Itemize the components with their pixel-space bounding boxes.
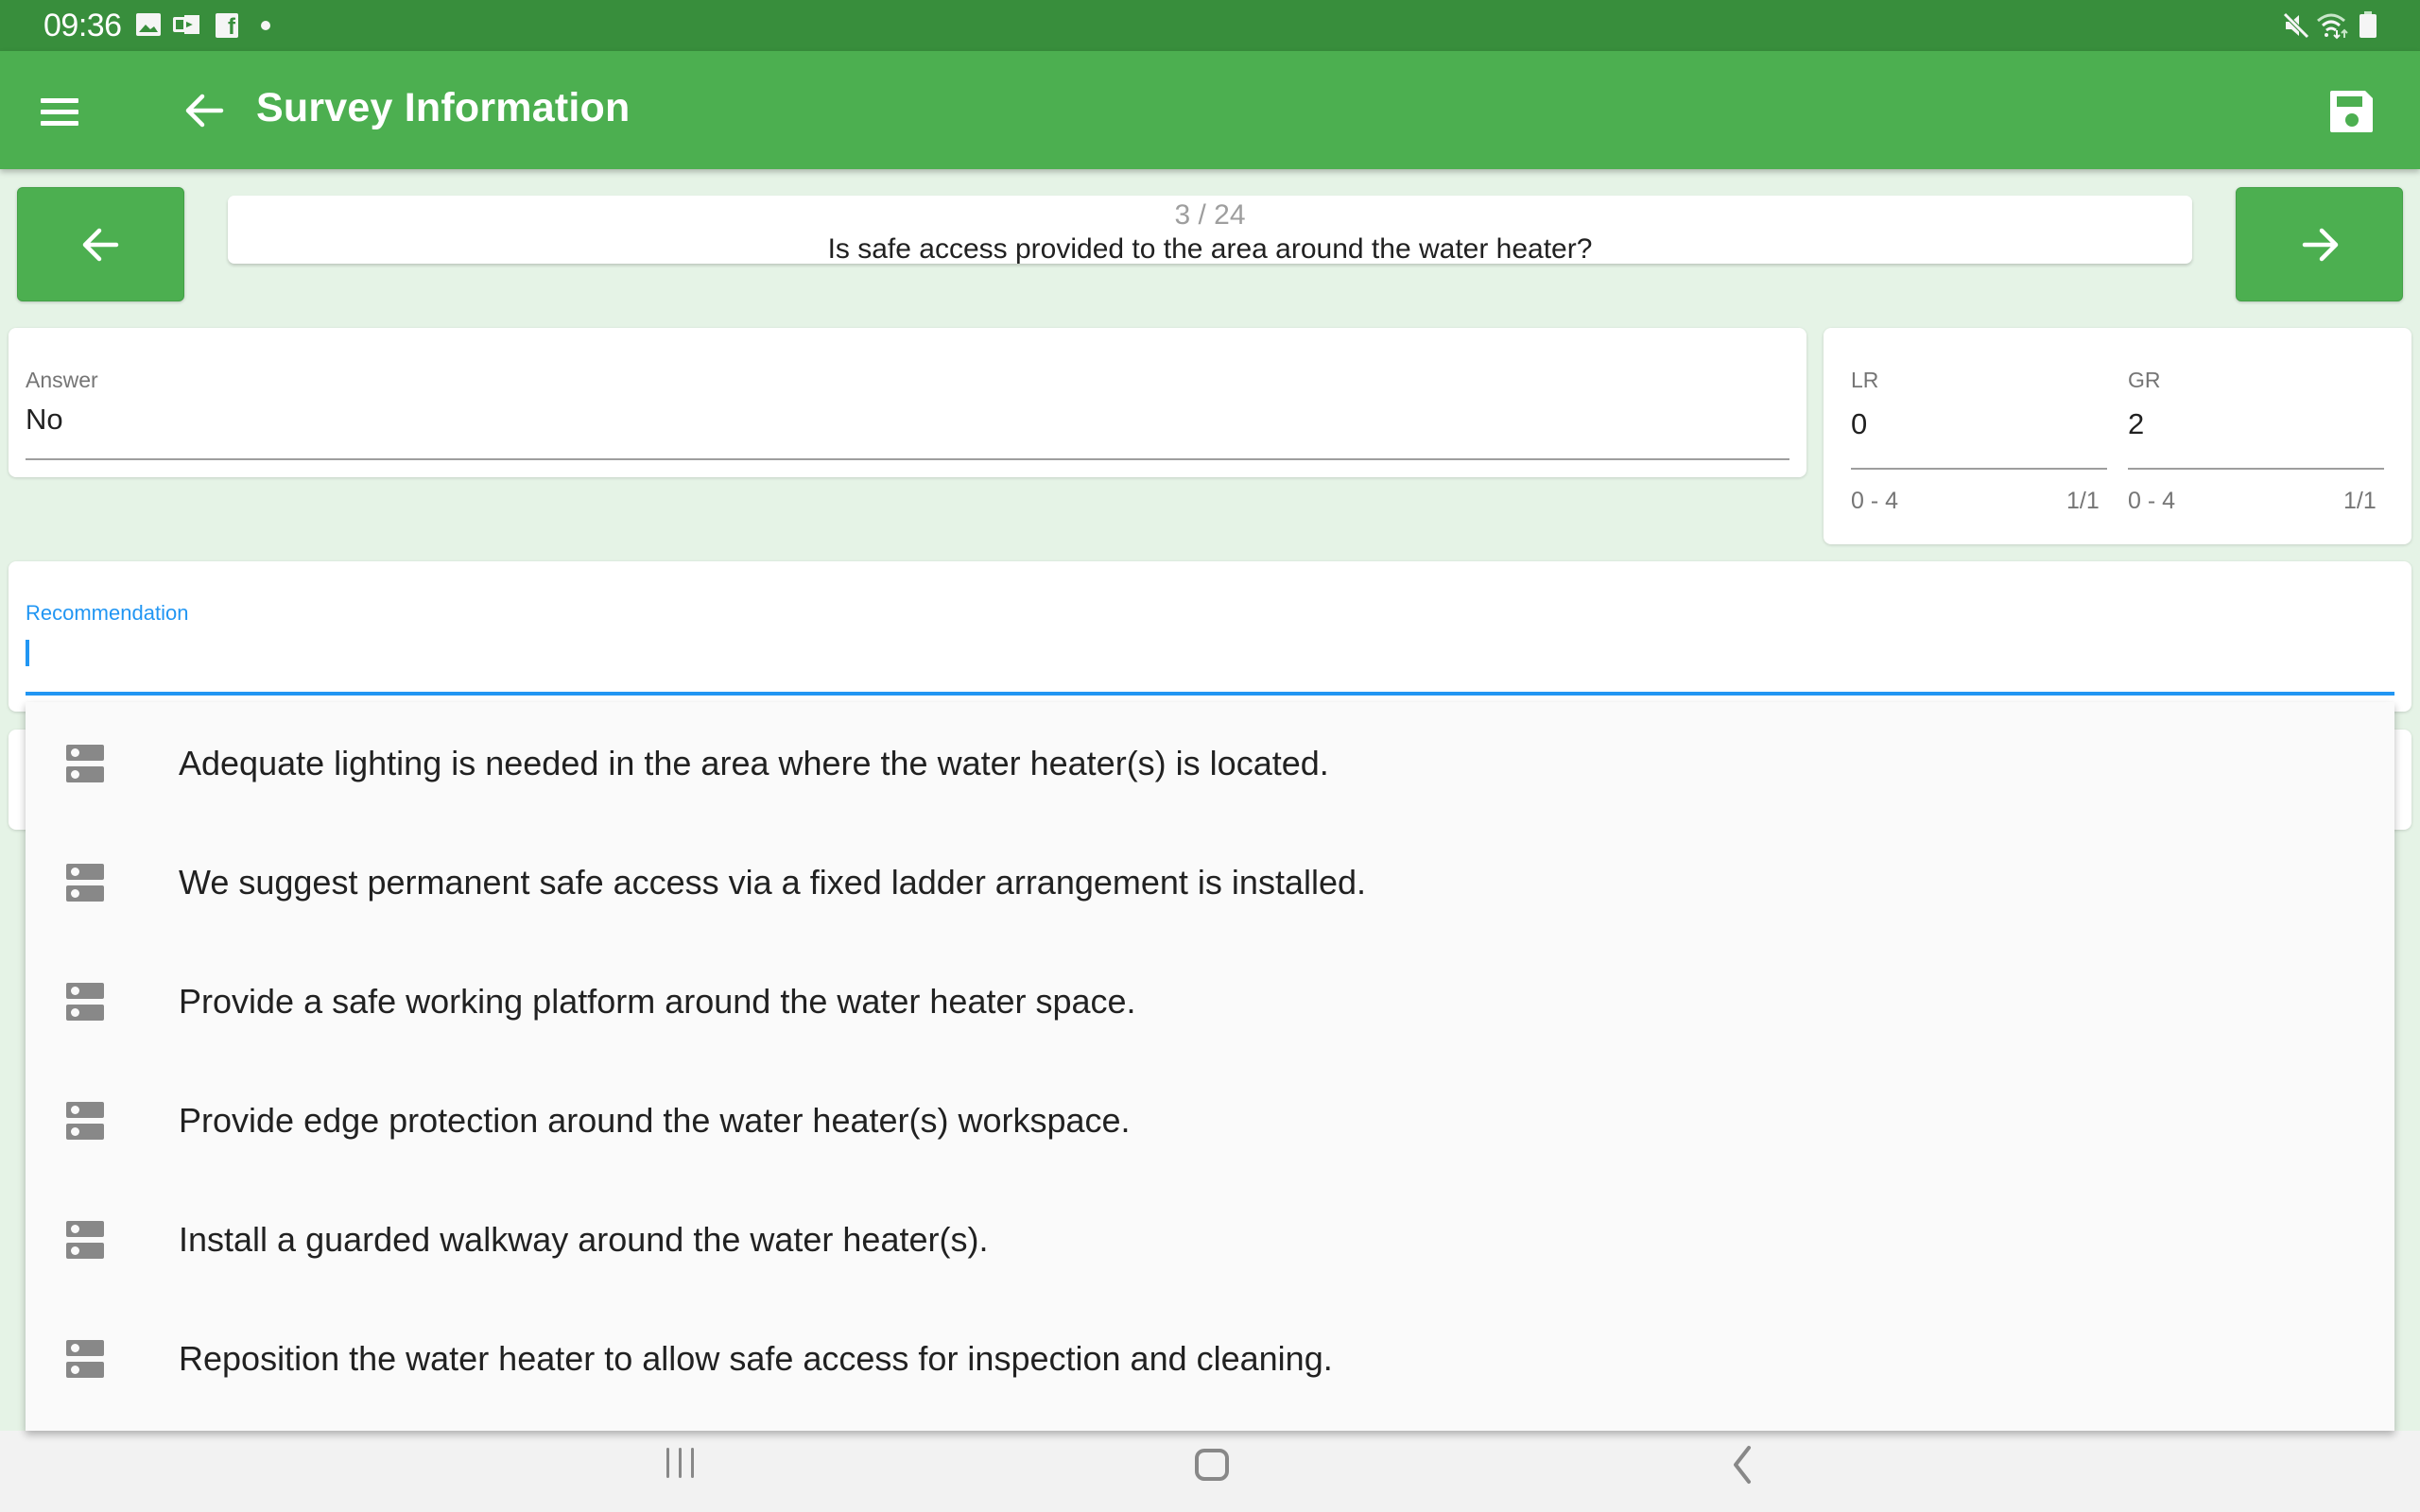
suggestion-text: Reposition the water heater to allow saf…: [179, 1339, 1333, 1378]
lr-range: 0 - 4: [1851, 488, 1899, 514]
storage-list-icon: [66, 864, 104, 902]
arrow-left-icon: [82, 228, 118, 261]
lr-count: 1/1: [2066, 488, 2100, 514]
battery-icon: [2360, 11, 2377, 38]
save-icon[interactable]: [2324, 85, 2380, 138]
suggestion-item[interactable]: Install a guarded walkway around the wat…: [26, 1180, 2394, 1299]
toolbar-back-arrow-icon[interactable]: [180, 91, 227, 130]
answer-label: Answer: [26, 368, 98, 392]
question-text: Is safe access provided to the area arou…: [827, 233, 1593, 265]
status-bar: 09:36 f: [0, 0, 2420, 51]
suggestion-text: Provide a safe working platform around t…: [179, 982, 1136, 1021]
recommendation-input[interactable]: [26, 635, 2394, 682]
suggestion-item[interactable]: Provide edge protection around the water…: [26, 1061, 2394, 1180]
suggestion-item[interactable]: We suggest permanent safe access via a f…: [26, 823, 2394, 942]
gr-value[interactable]: 2: [2128, 407, 2144, 441]
lr-value[interactable]: 0: [1851, 407, 1867, 441]
wifi-icon: [2317, 13, 2348, 40]
question-counter: 3 / 24: [1174, 199, 1246, 231]
gr-count: 1/1: [2343, 488, 2377, 514]
storage-list-icon: [66, 983, 104, 1021]
app-toolbar: Survey Information: [0, 51, 2420, 169]
answer-value[interactable]: No: [26, 403, 63, 437]
next-question-button[interactable]: [2236, 187, 2403, 301]
suggestion-item[interactable]: Reposition the water heater to allow saf…: [26, 1299, 2394, 1418]
hamburger-menu-icon[interactable]: [36, 89, 83, 132]
answer-underline: [26, 458, 1789, 460]
storage-list-icon: [66, 745, 104, 782]
suggestion-text: Provide edge protection around the water…: [179, 1101, 1131, 1140]
gr-range: 0 - 4: [2128, 488, 2176, 514]
system-navigation-bar: [0, 1431, 2420, 1512]
storage-list-icon: [66, 1340, 104, 1378]
text-cursor: [26, 640, 29, 666]
suggestion-text: Adequate lighting is needed in the area …: [179, 744, 1329, 782]
suggestion-text: Install a guarded walkway around the wat…: [179, 1220, 989, 1259]
gr-underline: [2128, 468, 2384, 470]
suggestion-text: We suggest permanent safe access via a f…: [179, 863, 1367, 902]
question-card: 3 / 24 Is safe access provided to the ar…: [228, 196, 2192, 265]
storage-list-icon: [66, 1102, 104, 1140]
home-icon[interactable]: [1195, 1449, 1229, 1481]
suggestion-item[interactable]: Adequate lighting is needed in the area …: [26, 704, 2394, 823]
notification-dot-icon: [261, 21, 270, 30]
gallery-icon: [136, 13, 161, 36]
status-time: 09:36: [43, 8, 122, 43]
lr-label: LR: [1851, 368, 1879, 392]
previous-question-button[interactable]: [17, 187, 184, 301]
recents-icon[interactable]: [665, 1448, 697, 1480]
outlook-icon: [173, 13, 199, 36]
recommendation-underline-focused: [26, 692, 2394, 696]
suggestion-item[interactable]: Provide a safe working platform around t…: [26, 942, 2394, 1061]
risk-score-card: LR 0 0 - 4 1/1 GR 2 0 - 4 1/1: [1824, 328, 2411, 544]
arrow-right-icon: [2302, 228, 2338, 261]
facebook-icon: f: [216, 13, 238, 38]
answer-card[interactable]: Answer No: [9, 328, 1806, 477]
recommendation-suggestions-dropdown: Adequate lighting is needed in the area …: [26, 702, 2394, 1431]
gr-label: GR: [2128, 368, 2161, 392]
lr-underline: [1851, 468, 2107, 470]
mute-icon: [2283, 12, 2309, 39]
recommendation-label: Recommendation: [26, 601, 189, 625]
back-chevron-icon[interactable]: [1730, 1444, 1754, 1486]
recommendation-card: Recommendation: [9, 561, 2411, 712]
storage-list-icon: [66, 1221, 104, 1259]
page-title: Survey Information: [256, 85, 631, 130]
